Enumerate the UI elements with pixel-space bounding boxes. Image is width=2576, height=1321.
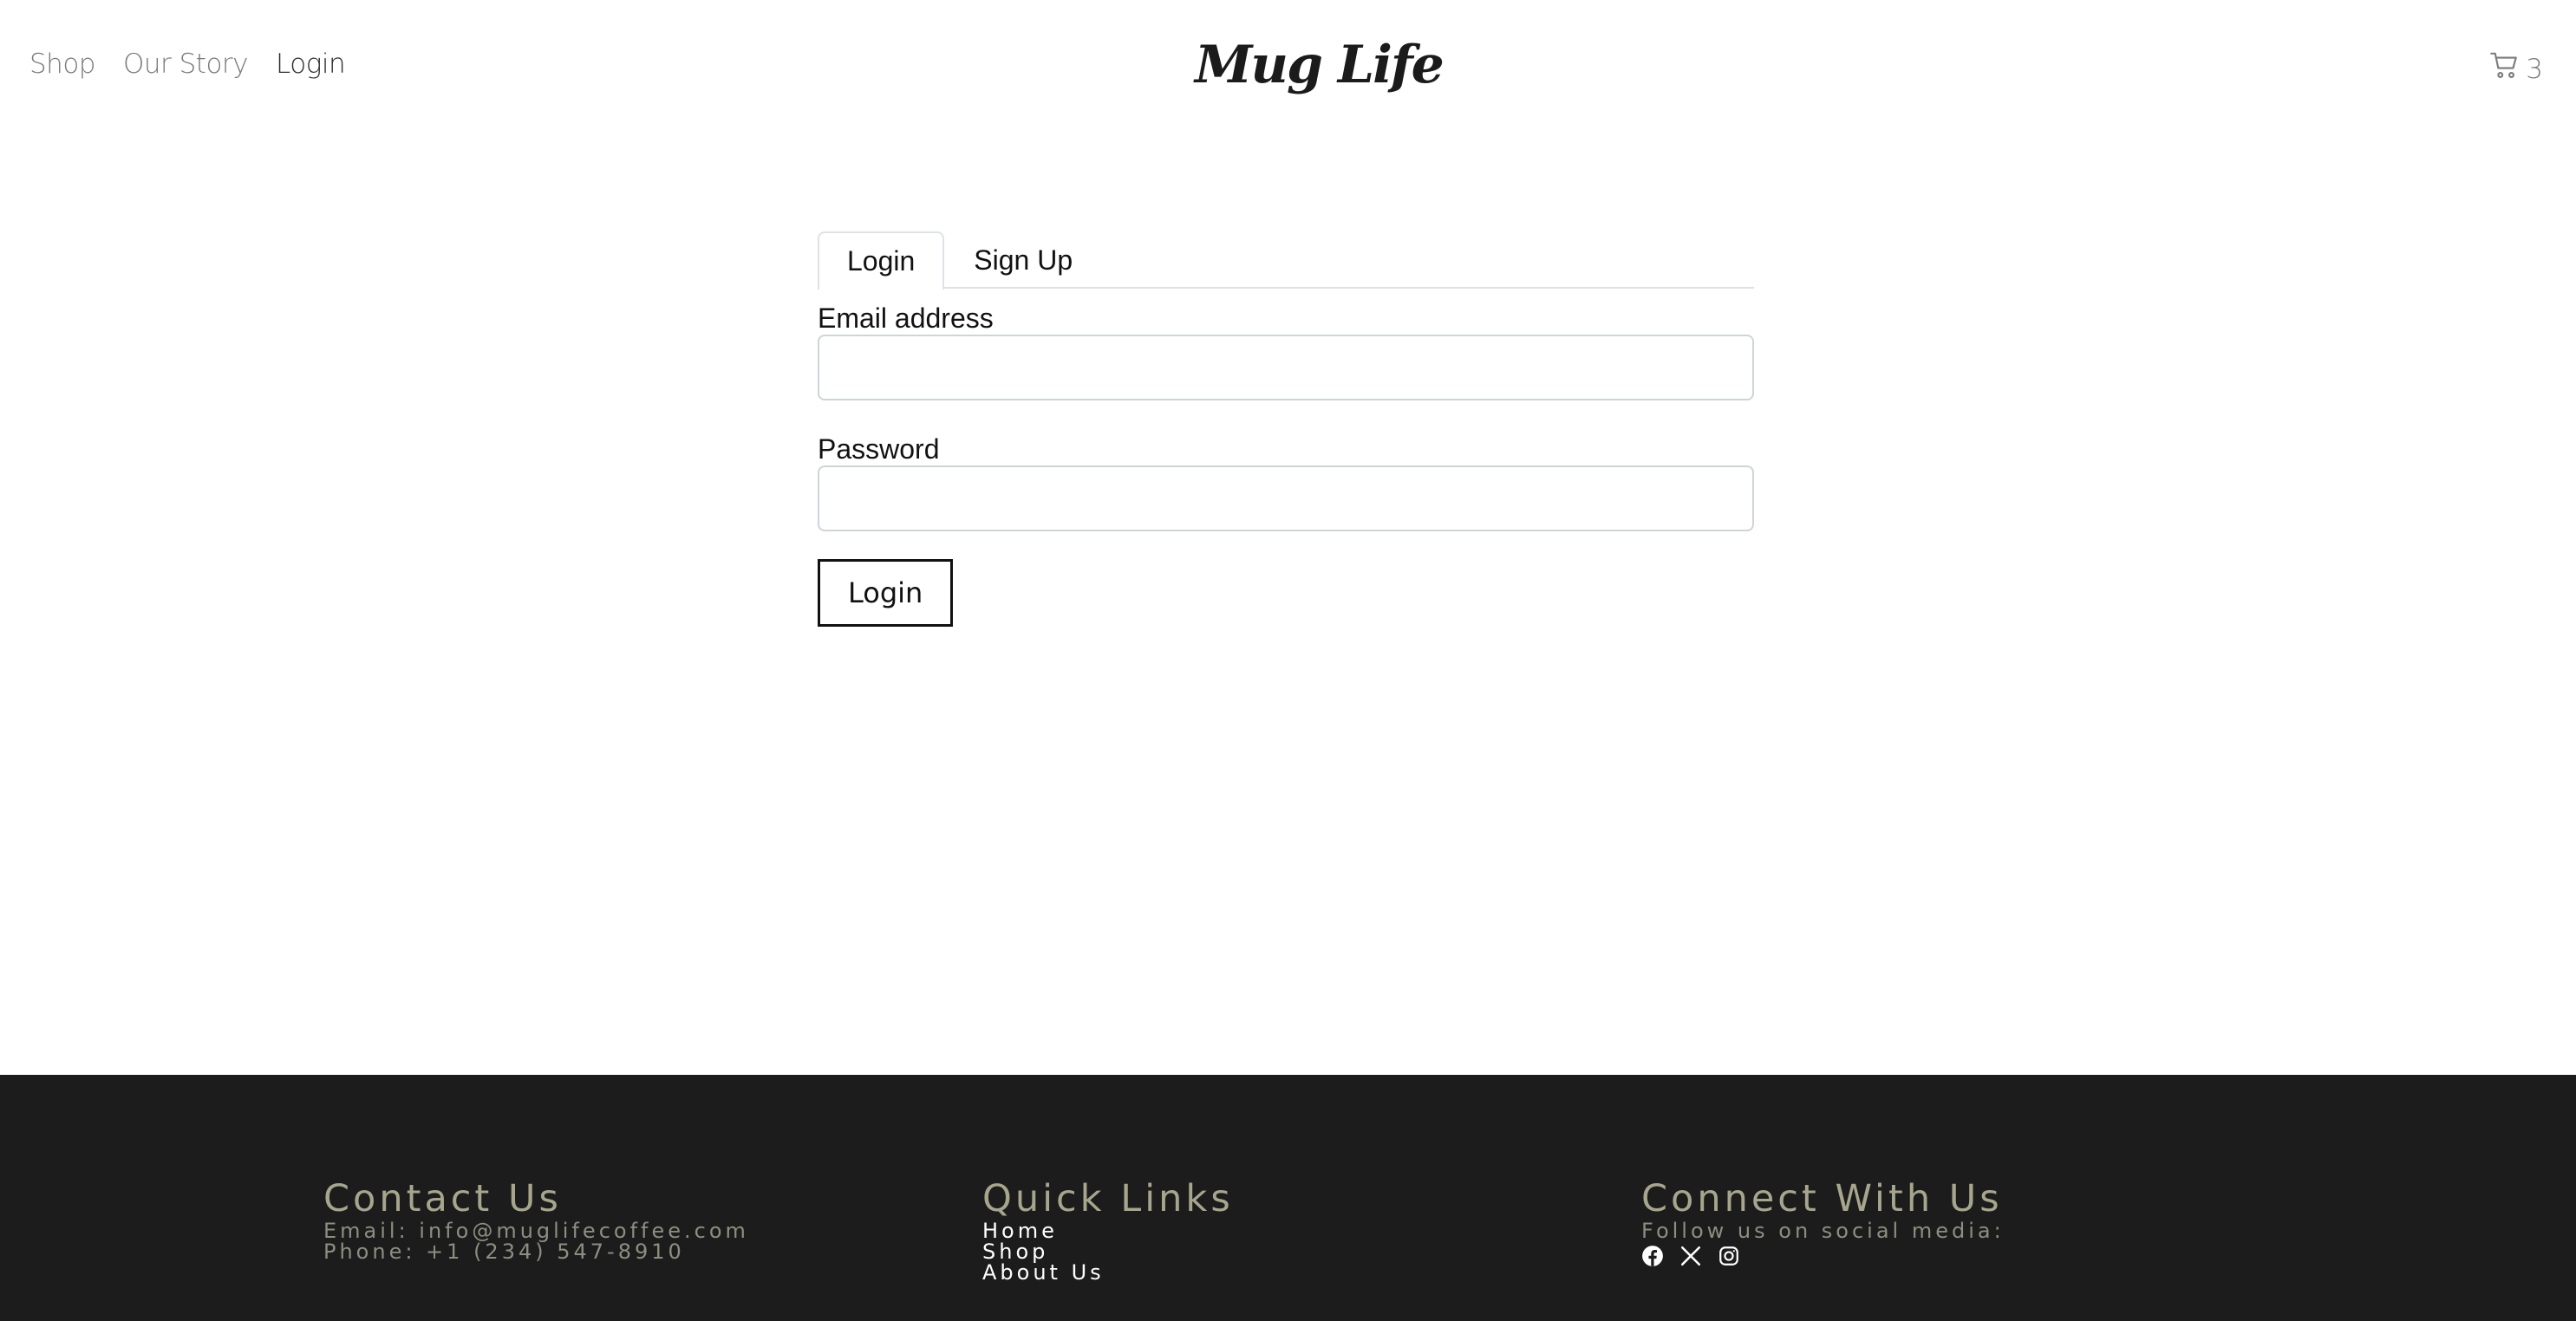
social-text: Follow us on social media: bbox=[1641, 1219, 2005, 1243]
tab-sign-up[interactable]: Sign Up bbox=[944, 231, 1102, 289]
footer-contact: Contact Us Email: info@muglifecoffee.com… bbox=[323, 1177, 749, 1262]
shopping-cart-icon bbox=[2489, 50, 2521, 88]
nav-link-shop[interactable]: Shop bbox=[29, 49, 95, 80]
password-label: Password bbox=[818, 433, 940, 465]
login-submit-button[interactable]: Login bbox=[818, 559, 954, 627]
password-field[interactable] bbox=[818, 465, 1754, 531]
footer-quick-links: Quick Links Home Shop About Us bbox=[982, 1177, 1234, 1283]
tab-login[interactable]: Login bbox=[818, 231, 945, 290]
facebook-icon[interactable] bbox=[1641, 1245, 1664, 1267]
x-twitter-icon[interactable] bbox=[1679, 1245, 1702, 1267]
social-links bbox=[1641, 1245, 2005, 1267]
login-form: Email address Password Login bbox=[818, 304, 1754, 627]
cart-count: 3 bbox=[2526, 54, 2543, 85]
site-header: Shop Our Story Login Mug Life 3 bbox=[0, 0, 2576, 139]
email-label: Email address bbox=[818, 303, 994, 334]
main-nav: Shop Our Story Login bbox=[29, 49, 346, 80]
instagram-icon[interactable] bbox=[1718, 1245, 1740, 1267]
contact-phone: Phone: +1 (234) 547-8910 bbox=[323, 1240, 685, 1264]
contact-email: Email: info@muglifecoffee.com bbox=[323, 1219, 749, 1243]
footer-link-about-us[interactable]: About Us bbox=[982, 1262, 1234, 1283]
footer-connect: Connect With Us Follow us on social medi… bbox=[1641, 1177, 2005, 1267]
cart-button[interactable]: 3 bbox=[2489, 50, 2543, 88]
footer-link-shop[interactable]: Shop bbox=[982, 1241, 1234, 1262]
logo[interactable]: Mug Life bbox=[1195, 35, 1445, 95]
contact-heading: Contact Us bbox=[323, 1177, 562, 1220]
connect-heading: Connect With Us bbox=[1641, 1177, 2003, 1220]
auth-panel: Login Sign Up Email address Password Log… bbox=[818, 231, 1754, 627]
auth-tabs: Login Sign Up bbox=[818, 231, 1754, 290]
nav-link-our-story[interactable]: Our Story bbox=[123, 49, 249, 80]
quick-links-heading: Quick Links bbox=[982, 1177, 1234, 1220]
nav-link-login[interactable]: Login bbox=[276, 49, 346, 80]
email-field[interactable] bbox=[818, 335, 1754, 400]
site-footer: Contact Us Email: info@muglifecoffee.com… bbox=[0, 1075, 2576, 1321]
footer-link-home[interactable]: Home bbox=[982, 1220, 1234, 1241]
